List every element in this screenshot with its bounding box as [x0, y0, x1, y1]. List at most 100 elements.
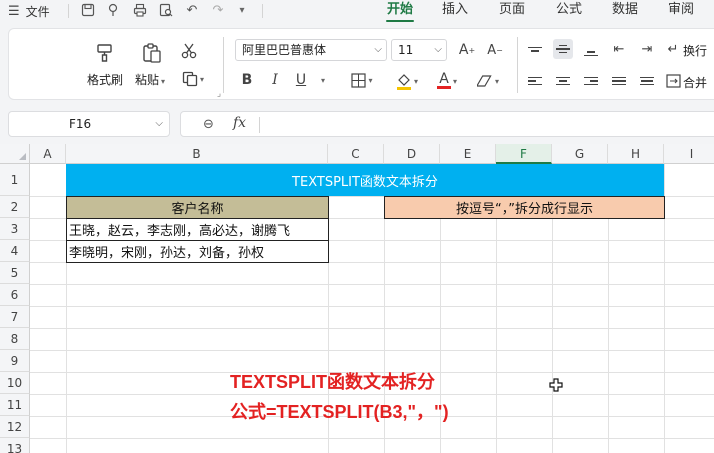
chevron-down-icon[interactable]: ▾	[234, 3, 250, 19]
ribbon-panel: 格式刷 粘贴 ▾ ▾ 阿里巴巴普惠体 ⌵ 11 ⌵ A + A − B I U ▾	[8, 28, 714, 100]
increase-indent-icon[interactable]: ⇥	[637, 39, 657, 59]
title-banner-cell[interactable]: TEXTSPLIT函数文本拆分	[66, 164, 664, 196]
tab-data[interactable]: 数据	[607, 0, 643, 22]
align-right-icon[interactable]	[581, 71, 601, 91]
row-header-5[interactable]: 5	[0, 262, 30, 284]
print-preview-icon[interactable]	[158, 3, 174, 19]
gridline	[664, 144, 665, 453]
divider	[259, 117, 260, 133]
italic-button[interactable]: I	[267, 71, 283, 89]
font-color-button[interactable]: A ▾	[433, 71, 461, 91]
row-header-4[interactable]: 4	[0, 240, 30, 262]
ribbon: 格式刷 粘贴 ▾ ▾ 阿里巴巴普惠体 ⌵ 11 ⌵ A + A − B I U ▾	[0, 22, 714, 104]
underline-button[interactable]: U	[293, 71, 309, 89]
cell-b4[interactable]: 李晓明，宋刚，孙达，刘备，孙权	[66, 240, 329, 263]
undo-icon[interactable]: ↶	[184, 3, 200, 19]
font-family-value: 阿里巴巴普惠体	[242, 43, 327, 57]
name-box[interactable]: F16 ⌵	[8, 111, 170, 137]
customer-name-header-cell[interactable]: 客户名称	[66, 196, 329, 219]
column-header-e[interactable]: E	[440, 144, 496, 164]
font-color-swatch	[436, 86, 451, 89]
spreadsheet-grid[interactable]: A B C D E F G H I 1 2 3 4 5 6 7 8 9 10 1…	[0, 144, 714, 453]
tab-insert[interactable]: 插入	[437, 0, 473, 22]
formula-input[interactable]: ⊖ fx	[180, 111, 714, 137]
format-painter-label[interactable]: 格式刷	[87, 71, 123, 88]
export-icon[interactable]	[106, 3, 122, 19]
paste-label[interactable]: 粘贴 ▾	[135, 71, 165, 88]
font-size-value: 11	[398, 43, 414, 57]
paste-icon[interactable]	[140, 41, 164, 65]
tab-formula[interactable]: 公式	[551, 0, 587, 22]
font-family-select[interactable]: 阿里巴巴普惠体 ⌵	[235, 39, 387, 61]
copy-icon[interactable]: ▾	[179, 69, 207, 89]
file-menu-button[interactable]: ☰ 文件	[8, 0, 50, 22]
column-header-d[interactable]: D	[384, 144, 440, 164]
name-box-value: F16	[69, 117, 92, 131]
align-center-icon[interactable]	[553, 71, 573, 91]
row-header-3[interactable]: 3	[0, 218, 30, 240]
column-header-b[interactable]: B	[66, 144, 328, 164]
borders-icon[interactable]: ▾	[347, 71, 377, 89]
eraser-icon[interactable]: ▾	[473, 71, 503, 91]
column-header-g[interactable]: G	[552, 144, 608, 164]
align-middle-icon[interactable]	[553, 39, 573, 59]
print-icon[interactable]	[132, 3, 148, 19]
column-header-a[interactable]: A	[30, 144, 66, 164]
font-size-select[interactable]: 11 ⌵	[391, 39, 447, 61]
font-color-label: A	[439, 71, 449, 87]
column-header-c[interactable]: C	[328, 144, 384, 164]
decrease-indent-icon[interactable]: ⇤	[609, 39, 629, 59]
row-header-13[interactable]: 13	[0, 438, 30, 453]
row-header-11[interactable]: 11	[0, 394, 30, 416]
divider	[262, 4, 263, 18]
select-all-corner[interactable]	[0, 144, 30, 164]
column-header-i[interactable]: I	[664, 144, 714, 164]
tab-page[interactable]: 页面	[494, 0, 530, 22]
divider	[223, 37, 224, 93]
column-header-h[interactable]: H	[608, 144, 664, 164]
cut-icon[interactable]	[179, 41, 199, 61]
cell-b3[interactable]: 王晓，赵云，李志刚，高必达，谢腾飞	[66, 218, 329, 241]
row-header-2[interactable]: 2	[0, 196, 30, 218]
chevron-down-icon: ⌵	[434, 44, 442, 55]
row-header-8[interactable]: 8	[0, 328, 30, 350]
tab-review[interactable]: 审阅	[663, 0, 699, 22]
gridline	[0, 394, 714, 395]
annotation-formula: 公式=TEXTSPLIT(B3,"，")	[230, 402, 449, 422]
row-header-12[interactable]: 12	[0, 416, 30, 438]
hamburger-icon: ☰	[8, 3, 20, 19]
tab-home[interactable]: 开始	[382, 0, 418, 22]
redo-icon[interactable]: ↷	[210, 3, 226, 19]
save-icon[interactable]	[80, 3, 96, 19]
format-painter-icon[interactable]	[93, 41, 117, 65]
row-header-7[interactable]: 7	[0, 306, 30, 328]
divider	[517, 37, 518, 93]
column-header-f[interactable]: F	[496, 144, 552, 164]
dialog-launcher-icon[interactable]: ⌟	[213, 89, 225, 99]
merge-cells-label[interactable]: 合并	[683, 74, 707, 91]
row-header-9[interactable]: 9	[0, 350, 30, 372]
merge-cells-icon[interactable]	[663, 71, 683, 91]
chevron-down-icon: ⌵	[374, 44, 382, 55]
chevron-down-icon[interactable]: ▾	[315, 71, 329, 89]
wrap-text-icon[interactable]: ↵	[663, 39, 683, 59]
insert-function-icon[interactable]: fx	[233, 115, 246, 131]
align-left-icon[interactable]	[525, 71, 545, 91]
row-header-10[interactable]: 10	[0, 372, 30, 394]
gridline	[0, 306, 714, 307]
wrap-text-label[interactable]: 换行	[683, 42, 707, 59]
fill-color-icon[interactable]: ▾	[391, 71, 423, 91]
increase-font-icon[interactable]: A +	[457, 40, 477, 60]
zoom-icon[interactable]: ⊖	[203, 117, 214, 132]
decrease-font-icon[interactable]: A −	[485, 40, 505, 60]
justify-icon[interactable]	[609, 71, 629, 91]
distributed-icon[interactable]	[637, 71, 657, 91]
crosshair-cursor-icon	[549, 378, 563, 396]
row-header-1[interactable]: 1	[0, 164, 30, 196]
row-header-6[interactable]: 6	[0, 284, 30, 306]
align-top-icon[interactable]	[525, 39, 545, 59]
align-bottom-icon[interactable]	[581, 39, 601, 59]
split-rule-header-cell[interactable]: 按逗号“，”拆分成行显示	[384, 196, 665, 219]
bold-button[interactable]: B	[239, 71, 255, 89]
chevron-down-icon[interactable]: ⌵	[155, 112, 163, 136]
